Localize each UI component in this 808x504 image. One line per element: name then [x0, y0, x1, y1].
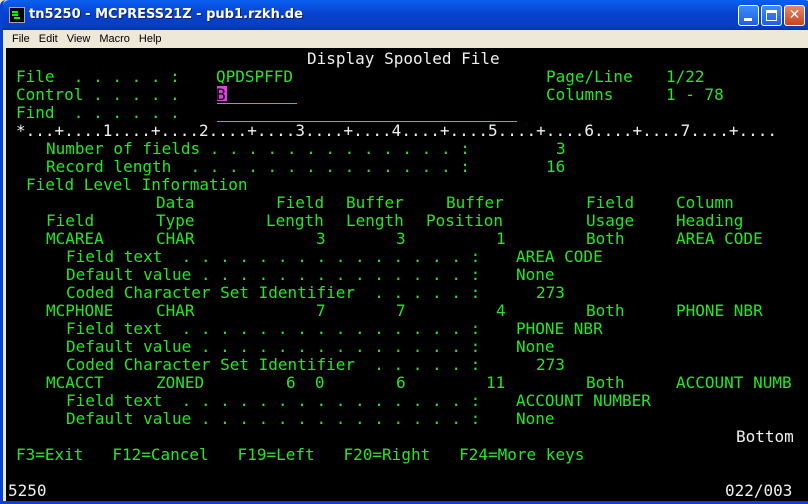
field-text-label: Field text . . . . . . . . . . . . . . .…	[66, 247, 481, 266]
col-header-field-name: Field	[46, 211, 95, 230]
field-length: 3	[316, 229, 326, 248]
status-mode: 5250	[8, 481, 47, 500]
cursor-position: 022/003	[725, 481, 793, 500]
field-buffer-length: 3	[396, 229, 406, 248]
col-header-type: Type	[156, 211, 195, 230]
section-title: Field Level Information	[26, 175, 248, 194]
field-type: CHAR	[156, 301, 195, 320]
col-header-length: Length	[266, 211, 324, 230]
file-value: QPDSPFFD	[216, 67, 294, 86]
field-buffer-position: 4	[496, 301, 506, 320]
menu-file[interactable]: File	[12, 30, 30, 48]
find-label: Find . . . . . .	[16, 103, 180, 122]
status-bar: 5250 022/003	[6, 480, 808, 501]
field-text-value: PHONE NBR	[516, 319, 603, 338]
record-length-value: 16	[546, 157, 566, 176]
control-input[interactable]: B	[216, 86, 226, 104]
ccsid-label: Coded Character Set Identifier . . . . .…	[66, 283, 481, 302]
col-header-position: Position	[426, 211, 504, 230]
number-of-fields-label: Number of fields . . . . . . . . . . . .…	[46, 139, 470, 158]
column-ruler: *...+....1....+....2....+....3....+....4…	[16, 121, 777, 140]
col-header-column: Column	[676, 193, 734, 212]
ccsid-value: 273	[536, 355, 565, 374]
menu-help[interactable]: Help	[139, 30, 162, 48]
default-value-label: Default value . . . . . . . . . . . . . …	[66, 337, 481, 356]
col-header-heading: Heading	[676, 211, 744, 230]
control-input-underline	[217, 103, 297, 104]
maximize-button[interactable]	[761, 5, 782, 26]
title-bar[interactable]: tn5250 - MCPRESS21Z - pub1.rzkh.de ✕	[3, 0, 808, 30]
close-button[interactable]: ✕	[784, 5, 805, 26]
field-heading: AREA CODE	[676, 229, 763, 248]
field-type: CHAR	[156, 229, 195, 248]
application-window: tn5250 - MCPRESS21Z - pub1.rzkh.de ✕ Fil…	[0, 0, 808, 504]
ccsid-value: 273	[536, 283, 565, 302]
field-heading: ACCOUNT NUMB	[676, 373, 792, 392]
menu-edit[interactable]: Edit	[39, 30, 58, 48]
close-icon: ✕	[788, 7, 801, 23]
maximize-icon	[766, 10, 777, 21]
menu-bar: File Edit View Macro Help	[6, 30, 808, 48]
col-header-data: Data	[156, 193, 195, 212]
field-buffer-length: 6	[396, 373, 406, 392]
page-line-value: 1/22	[666, 67, 705, 86]
ccsid-label: Coded Character Set Identifier . . . . .…	[66, 355, 481, 374]
terminal-app-icon	[9, 7, 25, 23]
control-label: Control . . . . .	[16, 85, 180, 104]
columns-value: 1 - 78	[666, 85, 724, 104]
minimize-icon	[744, 18, 752, 21]
field-length: 7	[316, 301, 326, 320]
field-usage: Both	[586, 229, 625, 248]
window-title: tn5250 - MCPRESS21Z - pub1.rzkh.de	[29, 7, 303, 22]
field-buffer-length: 7	[396, 301, 406, 320]
minimize-button[interactable]	[738, 5, 759, 26]
function-keys[interactable]: F3=Exit F12=Cancel F19=Left F20=Right F2…	[16, 446, 584, 464]
field-length: 6 0	[286, 373, 325, 392]
field-name: MCPHONE	[46, 301, 114, 320]
field-text-value: ACCOUNT NUMBER	[516, 391, 651, 410]
field-name: MCAREA	[46, 229, 104, 248]
field-buffer-position: 11	[486, 373, 506, 392]
bottom-indicator: Bottom	[736, 427, 794, 446]
default-value-label: Default value . . . . . . . . . . . . . …	[66, 265, 481, 284]
default-value-label: Default value . . . . . . . . . . . . . …	[66, 409, 481, 428]
columns-label: Columns	[546, 85, 614, 104]
col-header-field: Field	[586, 193, 635, 212]
default-value: None	[516, 337, 555, 356]
field-name: MCACCT	[46, 373, 104, 392]
field-text-value: AREA CODE	[516, 247, 603, 266]
field-usage: Both	[586, 373, 625, 392]
number-of-fields-value: 3	[556, 139, 566, 158]
file-label: File . . . . . :	[16, 67, 180, 86]
field-type: ZONED	[156, 373, 205, 392]
col-header-field: Field	[276, 193, 325, 212]
screen-title: Display Spooled File	[307, 49, 500, 68]
col-header-buffer: Buffer	[446, 193, 504, 212]
menu-macro[interactable]: Macro	[99, 30, 130, 48]
default-value: None	[516, 409, 555, 428]
col-header-usage: Usage	[586, 211, 635, 230]
field-buffer-position: 1	[496, 229, 506, 248]
page-line-label: Page/Line	[546, 67, 633, 86]
menu-view[interactable]: View	[67, 30, 91, 48]
default-value: None	[516, 265, 555, 284]
terminal-screen[interactable]: Display Spooled File File . . . . . : QP…	[6, 48, 808, 480]
field-usage: Both	[586, 301, 625, 320]
field-heading: PHONE NBR	[676, 301, 763, 320]
record-length-label: Record length . . . . . . . . . . . . . …	[46, 157, 470, 176]
col-header-buffer: Buffer	[346, 193, 404, 212]
field-text-label: Field text . . . . . . . . . . . . . . .…	[66, 391, 481, 410]
field-text-label: Field text . . . . . . . . . . . . . . .…	[66, 319, 481, 338]
col-header-buffer-length: Length	[346, 211, 404, 230]
